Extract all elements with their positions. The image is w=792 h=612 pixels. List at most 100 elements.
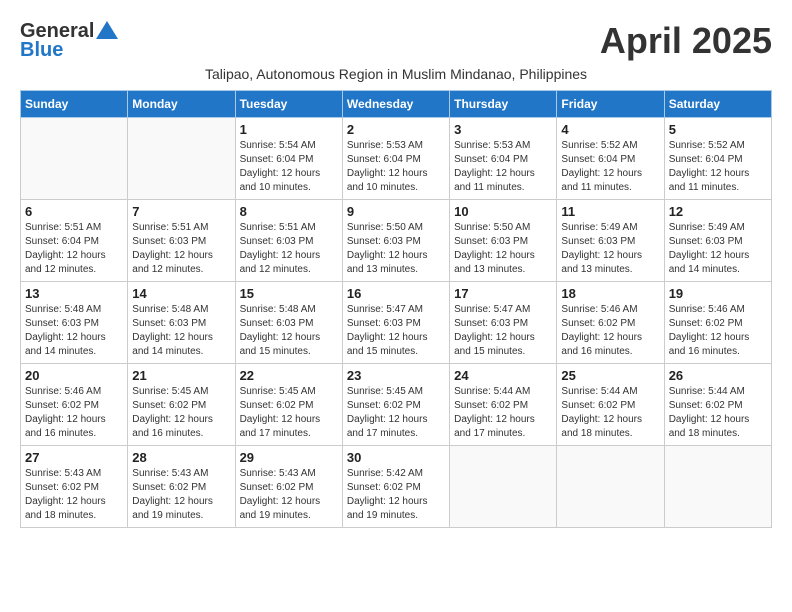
day-info: Sunrise: 5:48 AMSunset: 6:03 PMDaylight:… [240, 303, 338, 359]
calendar-cell: 23 Sunrise: 5:45 AMSunset: 6:02 PMDaylig… [342, 364, 449, 446]
logo-blue-text: Blue [20, 39, 118, 62]
day-info: Sunrise: 5:49 AMSunset: 6:03 PMDaylight:… [561, 221, 659, 277]
day-info: Sunrise: 5:51 AMSunset: 6:03 PMDaylight:… [240, 221, 338, 277]
day-info: Sunrise: 5:47 AMSunset: 6:03 PMDaylight:… [347, 303, 445, 359]
day-number: 7 [132, 204, 230, 219]
day-number: 14 [132, 286, 230, 301]
calendar-cell: 16 Sunrise: 5:47 AMSunset: 6:03 PMDaylig… [342, 282, 449, 364]
calendar-cell: 27 Sunrise: 5:43 AMSunset: 6:02 PMDaylig… [21, 446, 128, 528]
day-info: Sunrise: 5:52 AMSunset: 6:04 PMDaylight:… [669, 139, 767, 195]
day-number: 2 [347, 122, 445, 137]
calendar-cell: 26 Sunrise: 5:44 AMSunset: 6:02 PMDaylig… [664, 364, 771, 446]
day-number: 15 [240, 286, 338, 301]
calendar-cell: 17 Sunrise: 5:47 AMSunset: 6:03 PMDaylig… [450, 282, 557, 364]
day-number: 16 [347, 286, 445, 301]
day-info: Sunrise: 5:52 AMSunset: 6:04 PMDaylight:… [561, 139, 659, 195]
header-area: General Blue April 2025 [20, 20, 772, 62]
calendar-cell: 22 Sunrise: 5:45 AMSunset: 6:02 PMDaylig… [235, 364, 342, 446]
day-number: 28 [132, 450, 230, 465]
day-number: 3 [454, 122, 552, 137]
day-info: Sunrise: 5:45 AMSunset: 6:02 PMDaylight:… [240, 385, 338, 441]
calendar-cell: 18 Sunrise: 5:46 AMSunset: 6:02 PMDaylig… [557, 282, 664, 364]
subtitle: Talipao, Autonomous Region in Muslim Min… [20, 66, 772, 82]
day-info: Sunrise: 5:51 AMSunset: 6:03 PMDaylight:… [132, 221, 230, 277]
day-info: Sunrise: 5:43 AMSunset: 6:02 PMDaylight:… [132, 467, 230, 523]
weekday-header: Sunday [21, 91, 128, 118]
day-number: 20 [25, 368, 123, 383]
day-number: 21 [132, 368, 230, 383]
day-number: 8 [240, 204, 338, 219]
day-number: 1 [240, 122, 338, 137]
calendar-cell: 12 Sunrise: 5:49 AMSunset: 6:03 PMDaylig… [664, 200, 771, 282]
calendar-cell [557, 446, 664, 528]
day-number: 30 [347, 450, 445, 465]
day-number: 24 [454, 368, 552, 383]
calendar-cell: 5 Sunrise: 5:52 AMSunset: 6:04 PMDayligh… [664, 118, 771, 200]
calendar-cell: 24 Sunrise: 5:44 AMSunset: 6:02 PMDaylig… [450, 364, 557, 446]
calendar-cell: 10 Sunrise: 5:50 AMSunset: 6:03 PMDaylig… [450, 200, 557, 282]
calendar-cell [450, 446, 557, 528]
day-info: Sunrise: 5:45 AMSunset: 6:02 PMDaylight:… [132, 385, 230, 441]
calendar-cell [664, 446, 771, 528]
day-number: 17 [454, 286, 552, 301]
calendar-cell: 20 Sunrise: 5:46 AMSunset: 6:02 PMDaylig… [21, 364, 128, 446]
calendar-cell: 30 Sunrise: 5:42 AMSunset: 6:02 PMDaylig… [342, 446, 449, 528]
day-number: 29 [240, 450, 338, 465]
calendar-cell: 9 Sunrise: 5:50 AMSunset: 6:03 PMDayligh… [342, 200, 449, 282]
calendar-cell: 8 Sunrise: 5:51 AMSunset: 6:03 PMDayligh… [235, 200, 342, 282]
day-info: Sunrise: 5:50 AMSunset: 6:03 PMDaylight:… [454, 221, 552, 277]
day-info: Sunrise: 5:51 AMSunset: 6:04 PMDaylight:… [25, 221, 123, 277]
day-info: Sunrise: 5:53 AMSunset: 6:04 PMDaylight:… [347, 139, 445, 195]
day-number: 18 [561, 286, 659, 301]
day-number: 11 [561, 204, 659, 219]
calendar-cell: 7 Sunrise: 5:51 AMSunset: 6:03 PMDayligh… [128, 200, 235, 282]
day-info: Sunrise: 5:42 AMSunset: 6:02 PMDaylight:… [347, 467, 445, 523]
day-info: Sunrise: 5:50 AMSunset: 6:03 PMDaylight:… [347, 221, 445, 277]
calendar-cell: 15 Sunrise: 5:48 AMSunset: 6:03 PMDaylig… [235, 282, 342, 364]
day-info: Sunrise: 5:44 AMSunset: 6:02 PMDaylight:… [561, 385, 659, 441]
calendar-cell: 21 Sunrise: 5:45 AMSunset: 6:02 PMDaylig… [128, 364, 235, 446]
weekday-header: Thursday [450, 91, 557, 118]
day-number: 22 [240, 368, 338, 383]
calendar-cell: 6 Sunrise: 5:51 AMSunset: 6:04 PMDayligh… [21, 200, 128, 282]
calendar-table: SundayMondayTuesdayWednesdayThursdayFrid… [20, 90, 772, 528]
day-number: 25 [561, 368, 659, 383]
day-number: 6 [25, 204, 123, 219]
day-number: 27 [25, 450, 123, 465]
day-info: Sunrise: 5:47 AMSunset: 6:03 PMDaylight:… [454, 303, 552, 359]
calendar-cell [128, 118, 235, 200]
weekday-header: Wednesday [342, 91, 449, 118]
calendar-cell: 1 Sunrise: 5:54 AMSunset: 6:04 PMDayligh… [235, 118, 342, 200]
day-info: Sunrise: 5:43 AMSunset: 6:02 PMDaylight:… [25, 467, 123, 523]
day-info: Sunrise: 5:53 AMSunset: 6:04 PMDaylight:… [454, 139, 552, 195]
day-info: Sunrise: 5:48 AMSunset: 6:03 PMDaylight:… [132, 303, 230, 359]
logo-icon [96, 21, 118, 39]
calendar-cell: 19 Sunrise: 5:46 AMSunset: 6:02 PMDaylig… [664, 282, 771, 364]
weekday-header: Monday [128, 91, 235, 118]
day-number: 4 [561, 122, 659, 137]
calendar-cell: 2 Sunrise: 5:53 AMSunset: 6:04 PMDayligh… [342, 118, 449, 200]
weekday-header: Tuesday [235, 91, 342, 118]
day-info: Sunrise: 5:48 AMSunset: 6:03 PMDaylight:… [25, 303, 123, 359]
calendar-cell: 3 Sunrise: 5:53 AMSunset: 6:04 PMDayligh… [450, 118, 557, 200]
calendar-cell: 25 Sunrise: 5:44 AMSunset: 6:02 PMDaylig… [557, 364, 664, 446]
weekday-header: Saturday [664, 91, 771, 118]
day-info: Sunrise: 5:43 AMSunset: 6:02 PMDaylight:… [240, 467, 338, 523]
day-number: 23 [347, 368, 445, 383]
month-title: April 2025 [600, 20, 772, 62]
day-number: 26 [669, 368, 767, 383]
day-info: Sunrise: 5:49 AMSunset: 6:03 PMDaylight:… [669, 221, 767, 277]
calendar-cell: 4 Sunrise: 5:52 AMSunset: 6:04 PMDayligh… [557, 118, 664, 200]
day-number: 10 [454, 204, 552, 219]
day-number: 12 [669, 204, 767, 219]
day-info: Sunrise: 5:46 AMSunset: 6:02 PMDaylight:… [669, 303, 767, 359]
calendar-cell: 11 Sunrise: 5:49 AMSunset: 6:03 PMDaylig… [557, 200, 664, 282]
day-info: Sunrise: 5:46 AMSunset: 6:02 PMDaylight:… [561, 303, 659, 359]
calendar-cell: 29 Sunrise: 5:43 AMSunset: 6:02 PMDaylig… [235, 446, 342, 528]
day-number: 19 [669, 286, 767, 301]
day-info: Sunrise: 5:44 AMSunset: 6:02 PMDaylight:… [669, 385, 767, 441]
calendar-cell [21, 118, 128, 200]
day-info: Sunrise: 5:46 AMSunset: 6:02 PMDaylight:… [25, 385, 123, 441]
day-info: Sunrise: 5:45 AMSunset: 6:02 PMDaylight:… [347, 385, 445, 441]
logo: General Blue [20, 20, 118, 62]
